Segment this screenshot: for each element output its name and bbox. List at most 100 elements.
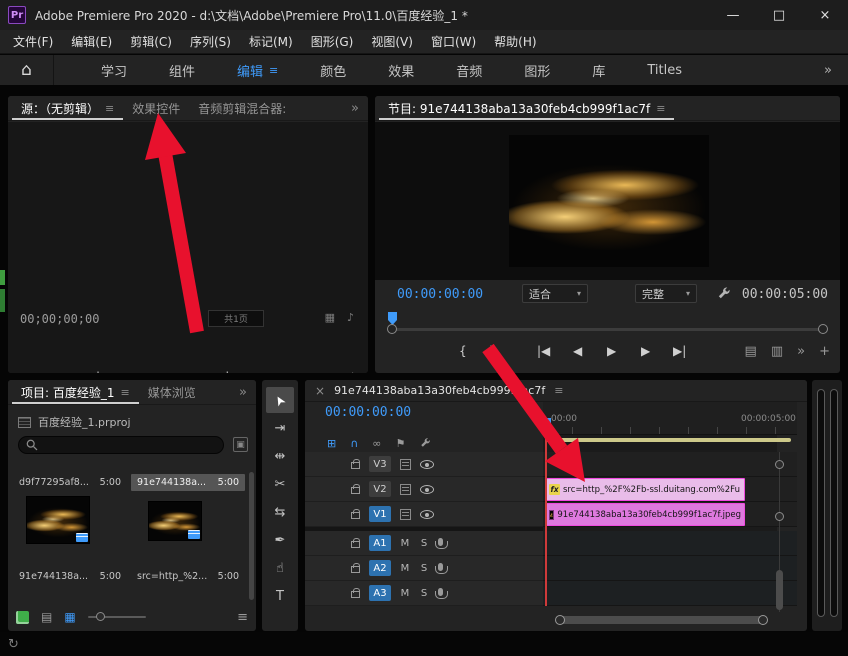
playhead-line[interactable] <box>545 430 547 606</box>
thumbnail-zoom-slider[interactable] <box>88 616 146 618</box>
project-file-row[interactable]: 百度经验_1.prproj <box>18 414 131 430</box>
vertical-scrollbar[interactable] <box>776 570 783 610</box>
list-view-icon[interactable]: ▤ <box>41 610 52 624</box>
toggle-track-output-icon[interactable] <box>420 510 434 519</box>
program-scrub-bar[interactable] <box>391 328 824 331</box>
mute-button[interactable]: M <box>400 538 410 549</box>
menu-clip[interactable]: 剪辑(C) <box>121 33 181 50</box>
linked-selection-icon[interactable]: ∞ <box>372 437 381 452</box>
track-lane-a2[interactable] <box>543 556 797 581</box>
track-lane-a3[interactable] <box>543 581 797 606</box>
vertical-scrollbar[interactable] <box>249 472 254 600</box>
project-item[interactable]: d9f77295af8... 5:00 <box>13 474 127 491</box>
step-forward-button[interactable]: ▶ <box>641 344 650 358</box>
project-search-box[interactable] <box>18 436 224 454</box>
add-marker-icon[interactable]: ⚑ <box>395 437 405 452</box>
timeline-settings-wrench-icon[interactable] <box>419 437 431 452</box>
panel-menu-icon[interactable]: ≡ <box>121 386 130 399</box>
selection-tool[interactable]: ➤ <box>266 387 294 413</box>
track-target-a3[interactable]: A3 <box>369 585 391 601</box>
scrollbar-handle[interactable] <box>775 512 784 521</box>
zoom-handle[interactable] <box>758 615 768 625</box>
menu-window[interactable]: 窗口(W) <box>422 33 485 50</box>
work-area-bar[interactable] <box>545 438 791 442</box>
track-target-v1[interactable]: V1 <box>369 506 391 522</box>
drag-audio-only-icon[interactable]: ♪ <box>347 311 354 324</box>
panel-menu-icon[interactable]: ≡ <box>105 102 114 115</box>
mute-button[interactable]: M <box>400 588 410 599</box>
go-to-out-button[interactable]: ▶| <box>216 370 229 373</box>
source-timecode[interactable]: 00;00;00;00 <box>20 312 99 326</box>
button-editor-icon[interactable]: + <box>819 344 830 359</box>
razor-tool[interactable]: ✂ <box>266 471 294 497</box>
search-input[interactable] <box>44 440 194 451</box>
solo-button[interactable]: S <box>419 588 429 599</box>
menu-sequence[interactable]: 序列(S) <box>181 33 240 50</box>
toggle-track-output-icon[interactable] <box>420 485 434 494</box>
horizontal-scrollbar[interactable] <box>558 616 765 624</box>
track-lane-a1[interactable] <box>543 531 797 556</box>
panel-overflow-icon[interactable]: » <box>351 101 359 116</box>
search-bin-icon[interactable]: ▣ <box>233 437 248 452</box>
lock-icon[interactable] <box>351 591 360 598</box>
workspace-tab-color[interactable]: 颜色 <box>299 61 367 80</box>
pen-tool[interactable]: ✒ <box>266 527 294 553</box>
mute-button[interactable]: M <box>400 563 410 574</box>
playback-resolution-select[interactable]: 完整 ▾ <box>635 284 697 303</box>
ripple-edit-tool[interactable]: ⇹ <box>266 443 294 469</box>
tab-source-monitor[interactable]: 源：（无剪辑） ≡ <box>12 96 123 120</box>
project-item[interactable]: src=http_%2... 5:00 <box>131 568 245 585</box>
insert-sequence-icon[interactable]: ⊞ <box>327 437 336 452</box>
timeline-clip-graphic[interactable]: fx src=http_%2F%2Fb-ssl.duitang.com%2Fu <box>545 478 745 501</box>
tab-media-browser[interactable]: 媒体浏览 <box>139 380 205 404</box>
track-target-v3[interactable]: V3 <box>369 456 391 472</box>
sync-lock-icon[interactable] <box>400 509 411 520</box>
solo-button[interactable]: S <box>419 563 429 574</box>
tab-project[interactable]: 项目: 百度经验_1 ≡ <box>12 380 139 404</box>
voiceover-record-icon[interactable] <box>438 538 443 546</box>
snap-icon[interactable]: ∩ <box>350 437 358 452</box>
program-timecode[interactable]: 00:00:00:00 <box>397 287 483 302</box>
drag-video-only-icon[interactable]: ▦ <box>325 311 335 324</box>
workspace-tab-editing[interactable]: 编辑 ≡ <box>216 61 299 80</box>
project-footer-menu-icon[interactable]: ≡ <box>237 610 248 625</box>
project-item-selected[interactable]: 91e744138a... 5:00 <box>131 474 245 491</box>
play-button[interactable]: ▶ <box>607 344 616 358</box>
slip-tool[interactable]: ⇆ <box>266 499 294 525</box>
clip-thumbnail[interactable] <box>148 501 202 541</box>
step-back-button[interactable]: ◀ <box>128 370 137 373</box>
tab-program-monitor[interactable]: 节目: 91e744138aba13a30feb4cb999f1ac7f ≡ <box>379 96 674 120</box>
scrollbar-handle[interactable] <box>818 324 828 334</box>
extract-icon[interactable]: ▥ <box>771 344 783 359</box>
toggle-track-output-icon[interactable] <box>420 460 434 469</box>
workspace-tab-assembly[interactable]: 组件 <box>148 61 216 80</box>
project-writable-icon[interactable] <box>16 611 29 624</box>
panel-menu-icon[interactable]: ≡ <box>656 102 665 115</box>
menu-graphics[interactable]: 图形(G) <box>302 33 363 50</box>
scrollbar-handle[interactable] <box>775 460 784 469</box>
voiceover-record-icon[interactable] <box>438 563 443 571</box>
type-tool[interactable]: T <box>266 583 294 609</box>
button-editor-icon[interactable]: + <box>347 370 358 373</box>
mark-out-button[interactable]: } <box>489 344 497 358</box>
timeline-timecode[interactable]: 00:00:00:00 <box>325 405 411 420</box>
workspace-tab-graphics[interactable]: 图形 <box>503 61 571 80</box>
panel-overflow-icon[interactable]: » <box>239 385 247 400</box>
timeline-clip-image[interactable]: 91e744138aba13a30feb4cb999f1ac7f.jpeg <box>545 503 745 526</box>
lock-icon[interactable] <box>351 566 360 573</box>
voiceover-record-icon[interactable] <box>438 588 443 596</box>
track-target-a1[interactable]: A1 <box>369 535 391 551</box>
menu-markers[interactable]: 标记(M) <box>240 33 302 50</box>
icon-view-icon[interactable]: ▦ <box>64 610 75 624</box>
solo-button[interactable]: S <box>419 538 429 549</box>
track-target-v2[interactable]: V2 <box>369 481 391 497</box>
workspace-tab-titles[interactable]: Titles <box>626 61 703 80</box>
go-to-out-button[interactable]: ▶| <box>673 344 686 358</box>
tab-audio-clip-mixer[interactable]: 音频剪辑混合器: <box>189 96 295 120</box>
maximize-button[interactable]: □ <box>756 0 802 30</box>
hand-tool[interactable]: ☝ <box>266 555 294 581</box>
go-to-in-button[interactable]: |◀ <box>537 344 550 358</box>
close-button[interactable]: × <box>802 0 848 30</box>
track-lane-v3[interactable] <box>543 452 797 477</box>
project-item[interactable]: 91e744138a... 5:00 <box>13 568 127 585</box>
